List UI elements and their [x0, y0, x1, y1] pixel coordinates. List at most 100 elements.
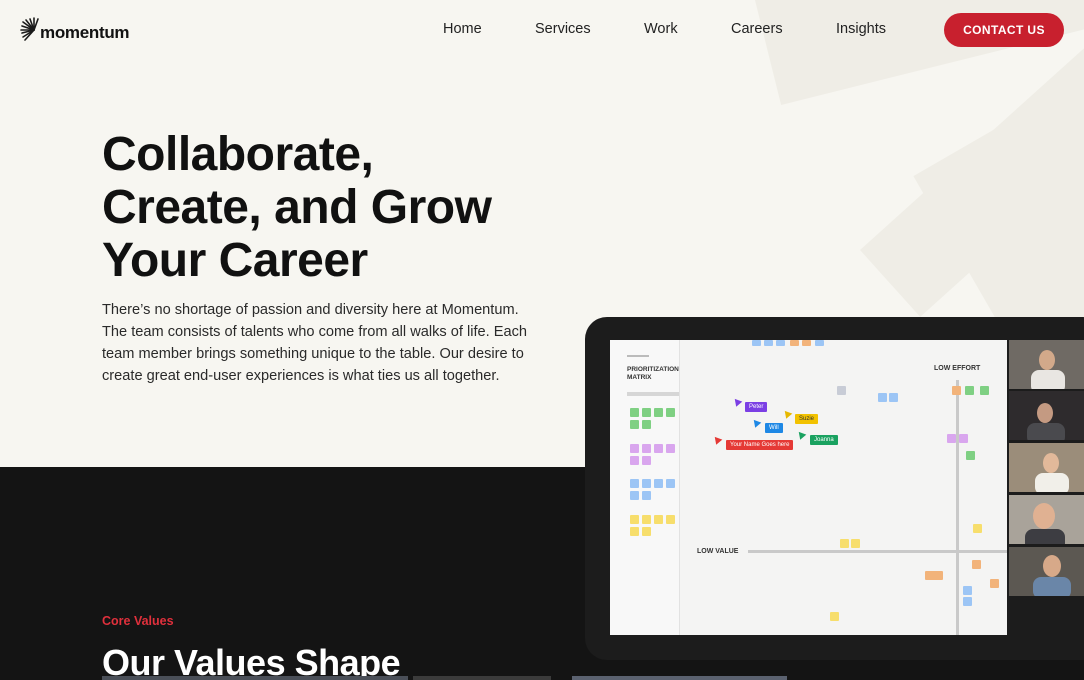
logo[interactable]: momentum	[20, 16, 130, 44]
image-strip	[572, 676, 787, 680]
sticky-note	[642, 444, 651, 453]
sticky-note	[973, 524, 982, 533]
sticky-note	[630, 515, 639, 524]
participant-face	[1043, 453, 1059, 473]
nav-insights[interactable]: Insights	[836, 21, 886, 37]
section-title: Our Values Shape	[102, 642, 401, 680]
participant-face	[1043, 555, 1061, 577]
sticky-note	[630, 491, 639, 500]
sticky-note	[654, 444, 663, 453]
hero-title-line: Collaborate,	[102, 128, 374, 181]
participant-face	[1033, 503, 1055, 529]
sticky-note	[947, 434, 956, 443]
cursor-label: Will	[765, 423, 783, 433]
section-label: Core Values	[102, 614, 174, 628]
sticky-note	[642, 491, 651, 500]
participant-video	[1009, 547, 1084, 596]
sticky-note	[642, 515, 651, 524]
logo-text: momentum	[40, 23, 130, 42]
sticky-note	[878, 393, 887, 402]
cursor-label: Peter	[745, 402, 768, 412]
sticky-note	[642, 408, 651, 417]
sticky-note	[630, 444, 639, 453]
sticky-note	[752, 340, 761, 346]
participant-body	[1025, 529, 1065, 544]
nav-careers[interactable]: Careers	[731, 21, 783, 37]
participant-video	[1009, 495, 1084, 544]
matrix-vertical-axis	[956, 380, 959, 635]
sticky-note	[959, 434, 968, 443]
panel-divider	[627, 392, 679, 396]
sticky-note	[972, 560, 981, 569]
sticky-note	[990, 579, 999, 588]
sticky-note	[666, 444, 675, 453]
cursor-label: Joanna	[810, 435, 838, 445]
sticky-note	[654, 515, 663, 524]
sticky-note	[642, 479, 651, 488]
cursor-label: Suzie	[795, 414, 819, 424]
sticky-note	[654, 479, 663, 488]
sticky-note	[966, 451, 975, 460]
sticky-note	[851, 539, 860, 548]
sticky-note	[830, 612, 839, 621]
sticky-note	[952, 386, 961, 395]
sticky-note	[965, 386, 974, 395]
site-header: momentum Home Services Work Careers Insi…	[0, 0, 1084, 60]
hero-description: There’s no shortage of passion and diver…	[102, 302, 528, 384]
participant-body	[1035, 473, 1069, 492]
cursor-icon	[795, 429, 807, 440]
hero-title-line: Your Career	[102, 234, 368, 287]
sticky-note	[666, 515, 675, 524]
panel-caption	[627, 355, 649, 357]
cursor-icon	[781, 408, 793, 419]
sticky-note	[630, 479, 639, 488]
nav-home[interactable]: Home	[443, 21, 482, 37]
participant-face	[1039, 350, 1055, 370]
sticky-note	[630, 420, 639, 429]
sticky-note	[840, 539, 849, 548]
contact-us-button[interactable]: CONTACT US	[944, 13, 1064, 47]
sticky-note	[642, 420, 651, 429]
sticky-note	[815, 340, 824, 346]
image-strip	[102, 676, 408, 680]
hero-title-line: Create, and Grow	[102, 181, 492, 234]
low-effort-label: LOW EFFORT	[934, 365, 981, 372]
cursor-icon	[711, 434, 723, 445]
video-call-panel	[1009, 340, 1084, 596]
sticky-note	[642, 456, 651, 465]
sticky-note	[666, 408, 675, 417]
sticky-note	[642, 527, 651, 536]
sticky-note	[837, 386, 846, 395]
sticky-note	[630, 527, 639, 536]
participant-body	[1027, 423, 1065, 440]
nav-services[interactable]: Services	[535, 21, 591, 37]
participant-body	[1031, 370, 1065, 389]
cursor-icon	[750, 417, 762, 428]
participant-body	[1033, 577, 1071, 596]
cursor-label: Your Name Goes here	[726, 440, 794, 450]
image-strip	[413, 676, 551, 680]
sticky-note	[925, 571, 943, 580]
sticky-note	[666, 479, 675, 488]
sticky-note	[630, 408, 639, 417]
panel-title: PRIORITIZATION MATRIX	[627, 366, 679, 381]
sticky-note	[790, 340, 799, 346]
sticky-note	[764, 340, 773, 346]
nav-work[interactable]: Work	[644, 21, 678, 37]
sticky-note	[889, 393, 898, 402]
logo-burst-icon	[20, 16, 48, 44]
low-value-label: LOW VALUE	[697, 548, 739, 555]
sticky-note	[654, 408, 663, 417]
sticky-note	[802, 340, 811, 346]
participant-video	[1009, 443, 1084, 492]
sticky-note	[630, 456, 639, 465]
whiteboard-screen: PRIORITIZATION MATRIX LOW EFFORT LOW VAL…	[610, 340, 1007, 635]
matrix-horizontal-axis	[748, 550, 1007, 553]
sticky-note	[776, 340, 785, 346]
sticky-note	[980, 386, 989, 395]
participant-face	[1037, 403, 1053, 423]
participant-video	[1009, 391, 1084, 440]
sticky-note	[963, 597, 972, 606]
sticky-note	[963, 586, 972, 595]
hero-title: Collaborate, Create, and Grow Your Caree…	[102, 128, 582, 287]
